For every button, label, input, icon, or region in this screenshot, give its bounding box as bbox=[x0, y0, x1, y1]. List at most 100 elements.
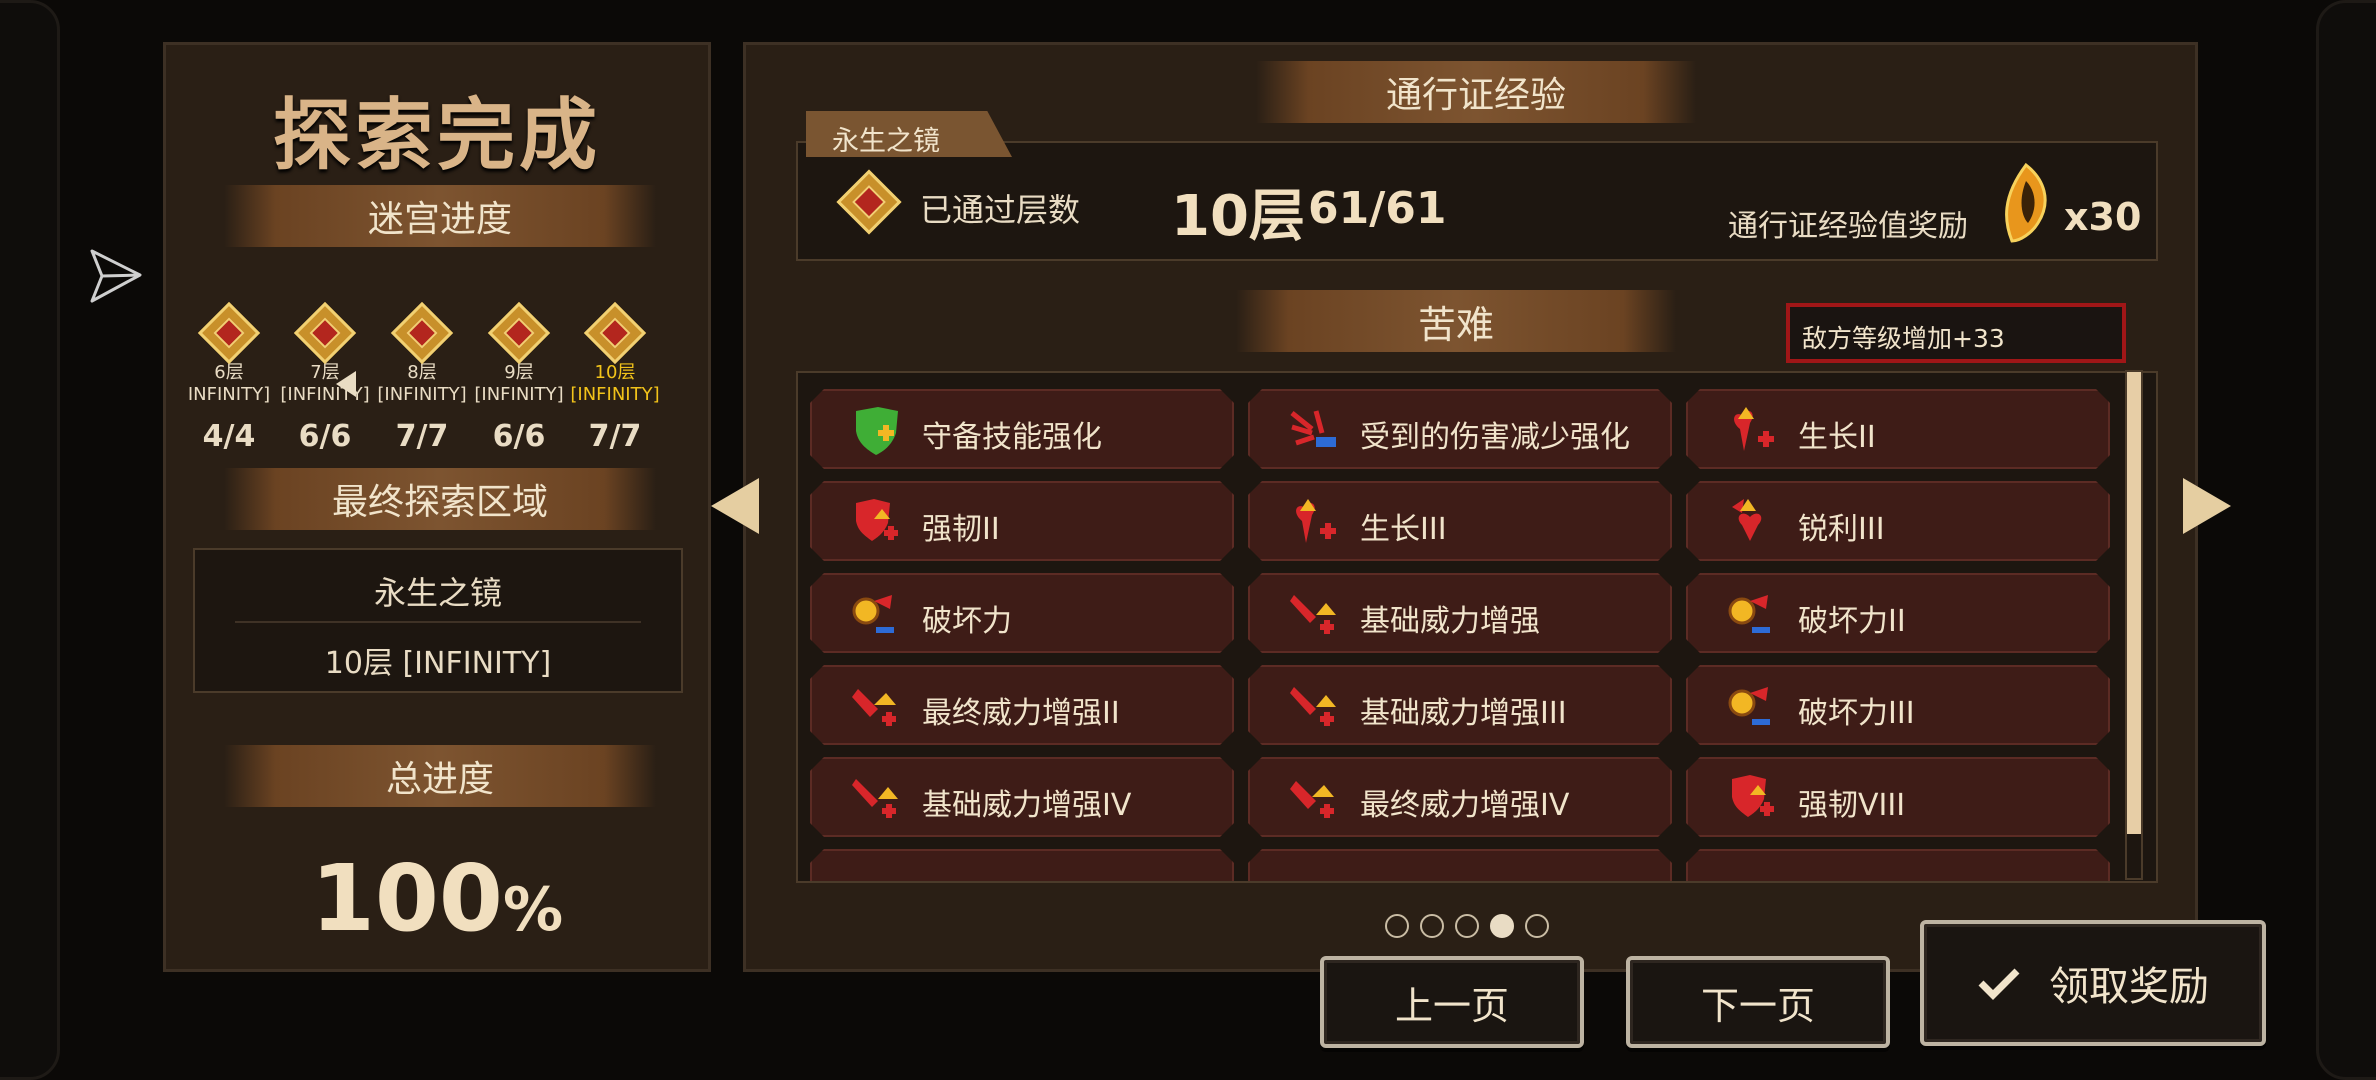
modifier-card: 锐利III bbox=[1686, 481, 2110, 561]
claim-reward-label: 领取奖励 bbox=[2049, 964, 2209, 1010]
floor-progress-list: 6层 INFINITY] 4/4 7层 [INFINITY] 6/6 8层 [INFINITY… bbox=[166, 301, 708, 473]
base-power-icon bbox=[1286, 587, 1340, 641]
modifier-label: 破坏力 bbox=[922, 604, 1012, 639]
previous-page-button[interactable]: 上一页 bbox=[1320, 956, 1584, 1048]
final-area-header: 最终探索区域 bbox=[224, 468, 656, 530]
floor-clear-count: 6/6 bbox=[492, 419, 546, 454]
modifier-label: 强韧VIII bbox=[1798, 788, 1906, 823]
floor-name: 6层 bbox=[214, 362, 244, 383]
floor-difficulty-tag: INFINITY] bbox=[187, 384, 271, 405]
floor-diamond-icon bbox=[583, 301, 647, 365]
maze-progress-header: 迷宫进度 bbox=[224, 185, 656, 247]
page-dot[interactable] bbox=[1385, 914, 1409, 938]
floor-progress-item: 6层 INFINITY] 4/4 bbox=[181, 301, 277, 454]
frame-decoration-right bbox=[2316, 0, 2376, 1080]
frame-decoration-left bbox=[0, 0, 60, 1080]
floor-name: 10层 bbox=[594, 362, 636, 383]
modifier-card: 最终威力增强II bbox=[810, 665, 1234, 745]
exp-reward-label: 通行证经验值奖励 bbox=[1728, 209, 1968, 244]
modifier-card: 守备技能强化 bbox=[810, 389, 1234, 469]
floor-progress-item: 9层 [INFINITY] 6/6 bbox=[471, 301, 567, 454]
floor-diamond-icon bbox=[293, 301, 357, 365]
page-dot[interactable] bbox=[1420, 914, 1444, 938]
pass-exp-header: 通行证经验 bbox=[1256, 61, 1696, 123]
reward-panel: 通行证经验 已通过层数 10层 61/61 通行证经验值奖励 x30 永生之镜 … bbox=[743, 42, 2198, 972]
realm-tab: 永生之镜 bbox=[806, 111, 1012, 157]
next-page-button[interactable]: 下一页 bbox=[1626, 956, 1890, 1048]
growth-icon bbox=[1286, 495, 1340, 549]
passed-floor-value: 10层 bbox=[1171, 184, 1305, 249]
modifier-card: 破坏力III bbox=[1686, 665, 2110, 745]
destruction-icon bbox=[1724, 587, 1778, 641]
final-power-icon bbox=[1286, 771, 1340, 825]
page-dot[interactable] bbox=[1455, 914, 1479, 938]
modifier-card: 破坏力II bbox=[1686, 573, 2110, 653]
total-progress-value: 100% bbox=[166, 845, 708, 952]
exp-multiplier: x30 bbox=[2064, 195, 2142, 239]
modifier-label: 生长II bbox=[1798, 420, 1876, 455]
total-progress-number: 100 bbox=[310, 845, 503, 952]
floor-clear-count: 6/6 bbox=[298, 419, 352, 454]
modifier-label: 基础威力增强III bbox=[1360, 696, 1567, 731]
floor-difficulty-tag: [INFINITY] bbox=[570, 384, 660, 405]
floor-diamond-icon bbox=[390, 301, 454, 365]
modifier-label: 基础威力增强 bbox=[1360, 604, 1540, 639]
floor-name: 9层 bbox=[504, 362, 534, 383]
sharp-icon bbox=[1724, 495, 1778, 549]
page-left-arrow[interactable] bbox=[711, 478, 759, 534]
floor-diamond-icon bbox=[836, 169, 902, 235]
page-dot[interactable] bbox=[1490, 914, 1514, 938]
destruction-icon bbox=[848, 587, 902, 641]
total-progress-header: 总进度 bbox=[224, 745, 656, 807]
floor-progress-item: 8层 [INFINITY] 7/7 bbox=[374, 301, 470, 454]
pass-exp-box: 已通过层数 10层 61/61 通行证经验值奖励 x30 bbox=[796, 141, 2158, 261]
modifier-list[interactable]: 守备技能强化 受到的伤害减少强化 生长II 强韧II 生长III 锐利III 破坏力 基础威力… bbox=[796, 371, 2158, 883]
modifier-card: 破坏力 bbox=[810, 573, 1234, 653]
modifier-label: 基础威力增强IV bbox=[922, 788, 1132, 823]
floor-clear-count: 7/7 bbox=[588, 419, 642, 454]
final-area-name: 永生之镜 bbox=[373, 574, 502, 612]
floor-name: 8层 bbox=[407, 362, 437, 383]
page-right-arrow[interactable] bbox=[2183, 478, 2231, 534]
modifier-scrollbar-thumb[interactable] bbox=[2127, 372, 2141, 834]
passed-floors-label: 已通过层数 bbox=[920, 191, 1081, 229]
page-title: 探索完成 bbox=[272, 91, 601, 181]
share-icon bbox=[90, 249, 142, 303]
modifier-label: 破坏力II bbox=[1798, 604, 1906, 639]
damage-reduce-icon bbox=[1286, 403, 1340, 457]
modifier-label: 受到的伤害减少强化 bbox=[1360, 420, 1630, 455]
floor-difficulty-tag: [INFINITY] bbox=[474, 384, 564, 405]
share-button[interactable] bbox=[84, 245, 146, 307]
kill-count: 61/61 bbox=[1308, 183, 1447, 234]
floor-difficulty-tag: [INFINITY] bbox=[280, 384, 370, 405]
divider bbox=[235, 621, 641, 623]
shield-plus-icon bbox=[848, 403, 902, 457]
claim-reward-button[interactable]: 领取奖励 bbox=[1920, 920, 2266, 1046]
modifier-card: 受到的伤害减少强化 bbox=[1248, 389, 1672, 469]
final-area-floor: 10层 [INFINITY] bbox=[324, 646, 552, 681]
page-dot[interactable] bbox=[1525, 914, 1549, 938]
total-progress-unit: % bbox=[502, 875, 564, 945]
floor-progress-item: 7层 [INFINITY] 6/6 bbox=[277, 301, 373, 454]
floor-clear-count: 7/7 bbox=[395, 419, 449, 454]
page-indicator bbox=[1385, 914, 1549, 940]
growth-icon bbox=[1724, 403, 1778, 457]
floor-progress-item: 10层 [INFINITY] 7/7 bbox=[567, 301, 663, 454]
modifier-card: 基础威力增强III bbox=[1248, 665, 1672, 745]
exploration-summary-panel: 探索完成 迷宫进度 6层 INFINITY] 4/4 7层 [INFINITY] 6/6 8… bbox=[163, 42, 711, 972]
final-area-box: 永生之镜 10层 [INFINITY] bbox=[193, 548, 683, 693]
modifier-label: 生长III bbox=[1360, 512, 1447, 547]
base-power-icon bbox=[1286, 679, 1340, 733]
modifier-card: 强韧VIII bbox=[1686, 757, 2110, 837]
floor-diamond-icon bbox=[197, 301, 261, 365]
floor-diamond-icon bbox=[487, 301, 551, 365]
modifier-card: 基础威力增强IV bbox=[810, 757, 1234, 837]
modifier-card: 生长II bbox=[1686, 389, 2110, 469]
modifier-label: 最终威力增强II bbox=[922, 696, 1120, 731]
modifier-label: 强韧II bbox=[922, 512, 1000, 547]
pass-exp-icon bbox=[2005, 162, 2047, 243]
modifier-card: 强韧II bbox=[810, 481, 1234, 561]
modifier-card-partial bbox=[810, 849, 1234, 883]
previous-page-label: 上一页 bbox=[1394, 983, 1509, 1028]
next-page-label: 下一页 bbox=[1700, 983, 1815, 1028]
